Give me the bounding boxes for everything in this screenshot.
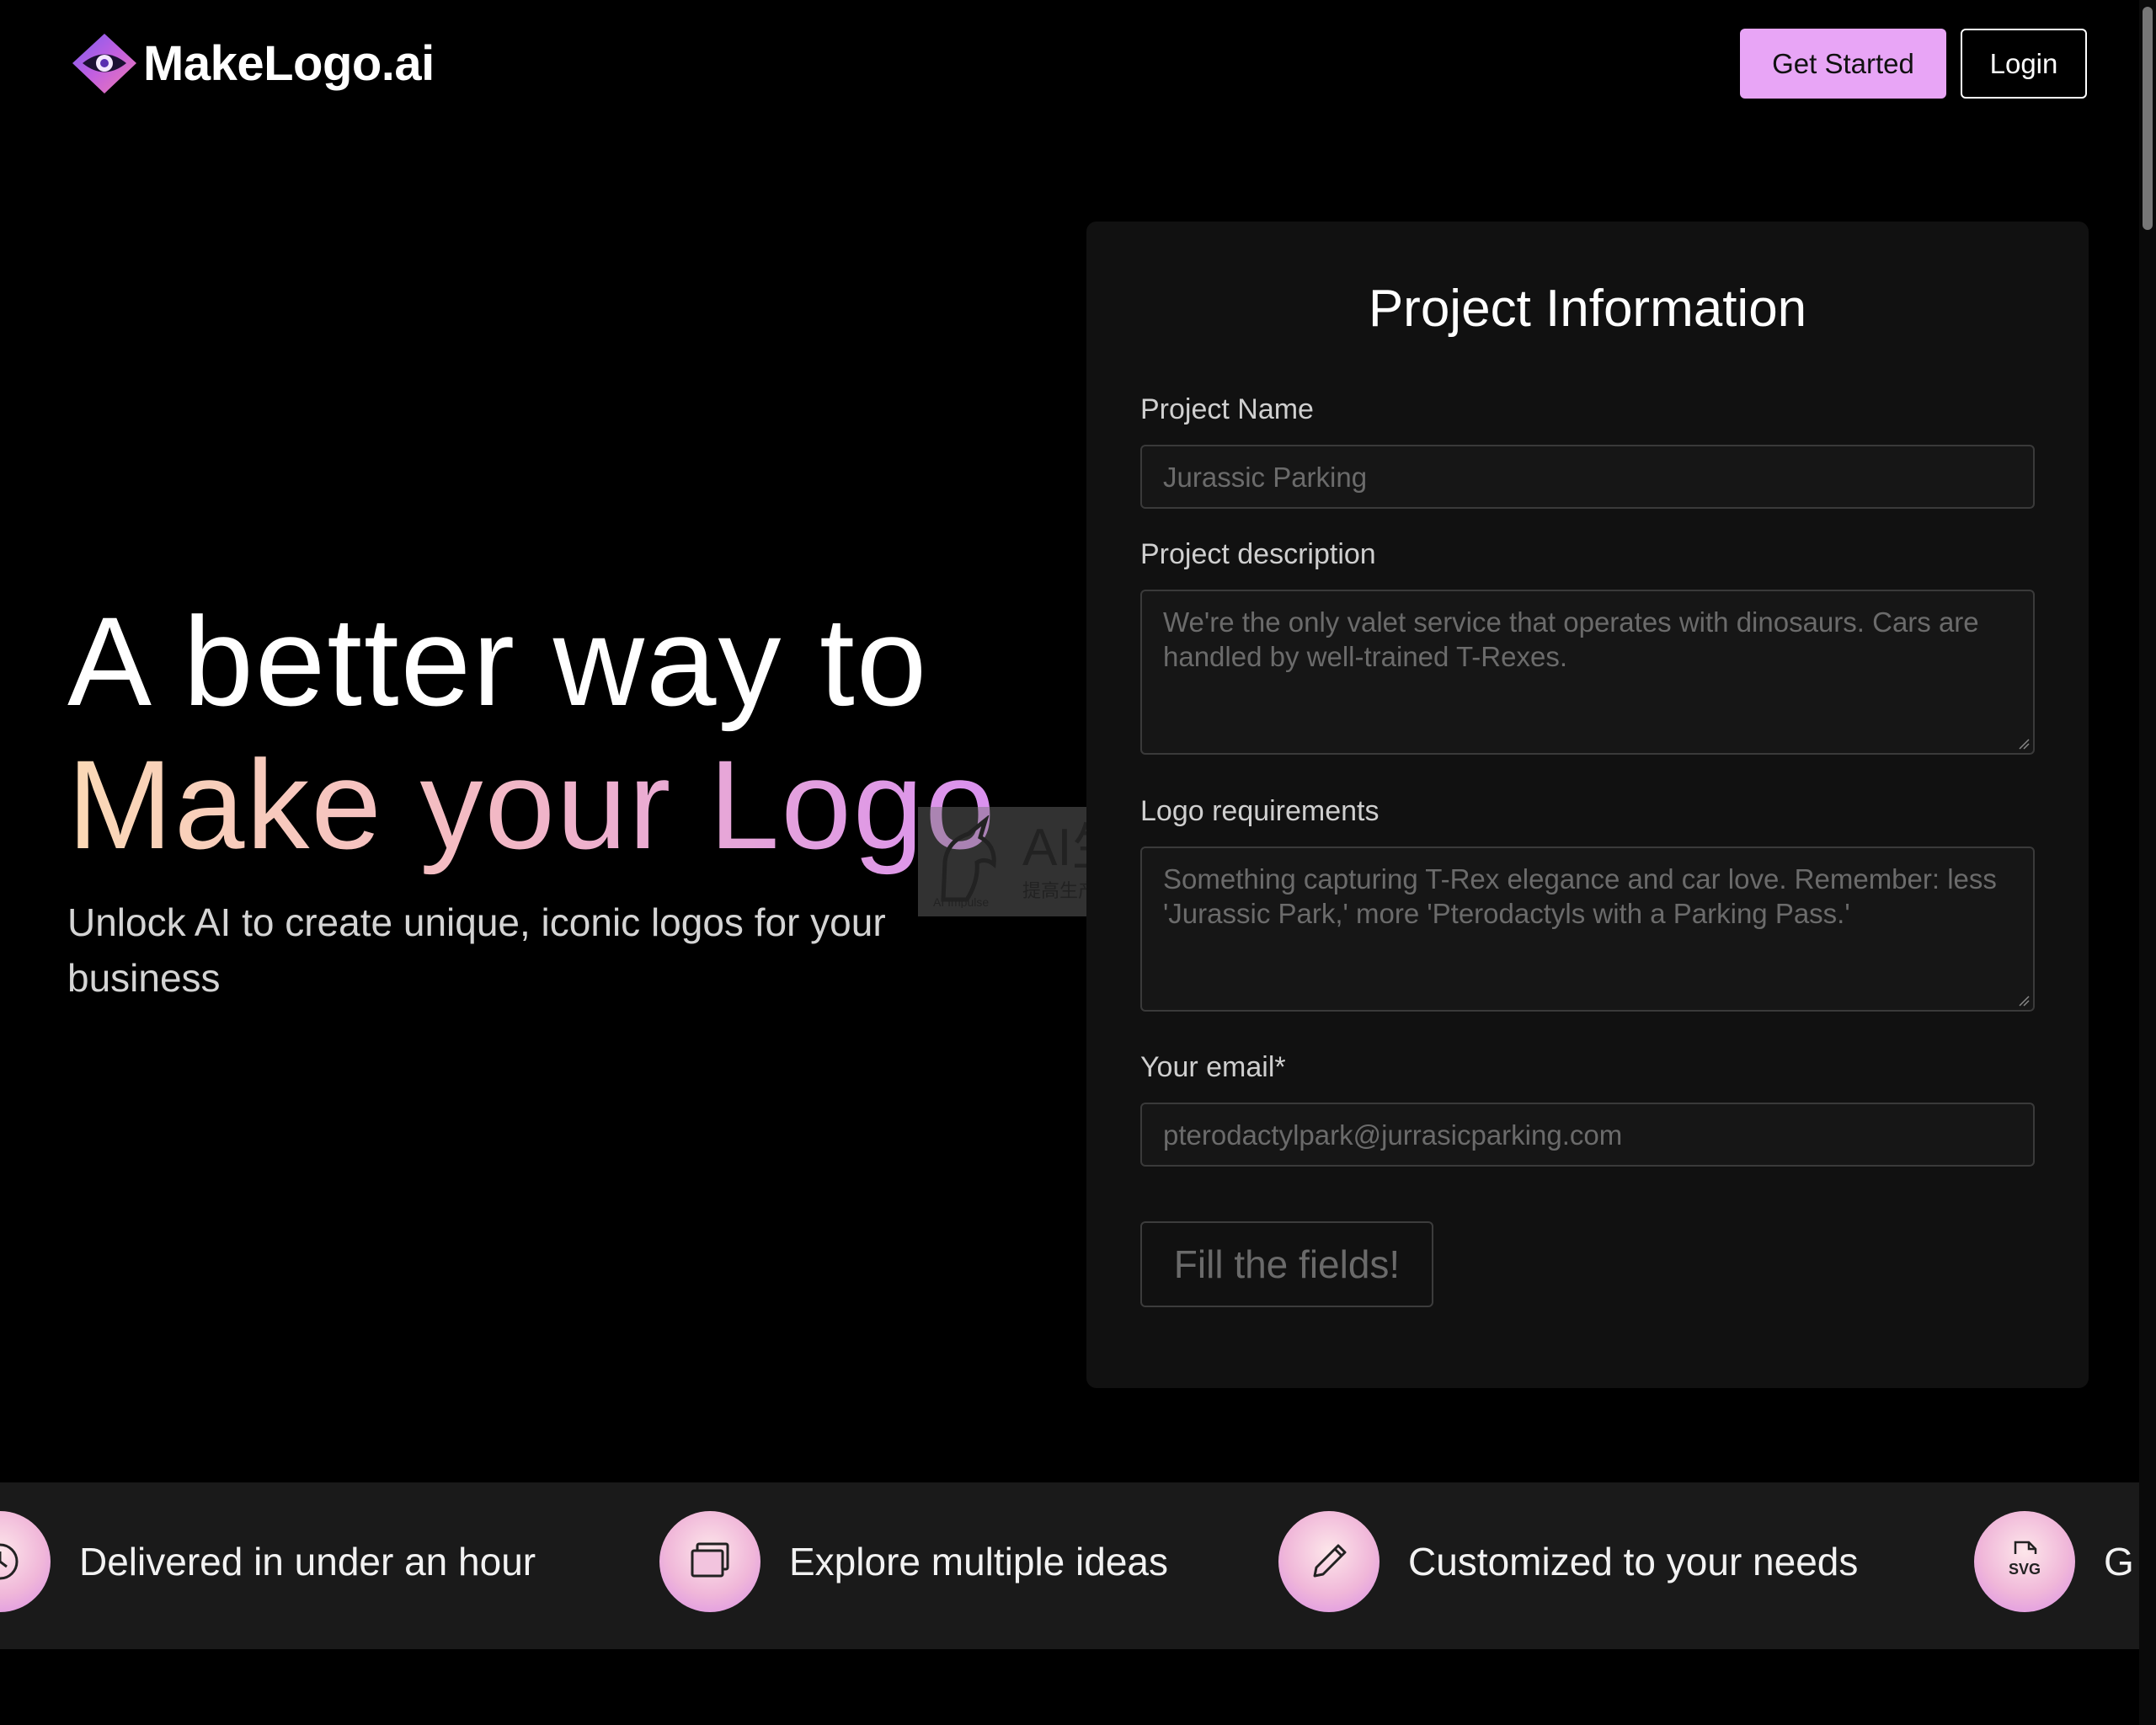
login-button[interactable]: Login: [1961, 29, 2087, 99]
feature-item: Explore multiple ideas: [659, 1511, 1168, 1612]
resize-handle-icon[interactable]: [2018, 995, 2030, 1007]
hero-title-line1: A better way to: [67, 590, 929, 732]
unicorn-logo-icon: AI Impulse: [933, 815, 996, 908]
resize-handle-icon[interactable]: [2018, 738, 2030, 750]
project-description-textarea[interactable]: We're the only valet service that operat…: [1140, 590, 2035, 755]
project-form-card: Project Information Project Name Jurassi…: [1086, 222, 2089, 1388]
watermark-caption: AI Impulse: [933, 895, 989, 908]
svg-file-label: SVG: [2009, 1561, 2041, 1578]
hero-title-line2: Make your Logo: [67, 734, 997, 875]
form-title: Project Information: [1368, 280, 1807, 338]
page-scrollbar[interactable]: [2139, 0, 2156, 1725]
logo-requirements-placeholder: Something capturing T-Rex elegance and c…: [1163, 863, 1997, 929]
eye-logo-icon: [72, 34, 136, 93]
project-name-label: Project Name: [1140, 393, 1314, 425]
feature-label: Customized to your needs: [1408, 1540, 1859, 1583]
email-label: Your email*: [1140, 1051, 1286, 1083]
project-description-placeholder: We're the only valet service that operat…: [1163, 606, 1979, 672]
brand-logo[interactable]: MakeLogo.ai: [71, 32, 435, 95]
hero-title: A better way to Make your Logo: [67, 590, 997, 876]
brand-name: MakeLogo.ai: [143, 36, 435, 91]
feature-label: G: [2104, 1540, 2134, 1583]
logo-requirements-textarea[interactable]: Something capturing T-Rex elegance and c…: [1140, 846, 2035, 1012]
get-started-button[interactable]: Get Started: [1740, 29, 1946, 99]
feature-item: Delivered in under an hour: [0, 1511, 536, 1612]
project-description-label: Project description: [1140, 538, 1376, 570]
top-nav: MakeLogo.ai Get Started Login: [0, 0, 2139, 126]
feature-item: SVG G: [1974, 1511, 2134, 1612]
feature-strip: Delivered in under an hour Explore multi…: [0, 1482, 2139, 1649]
submit-button[interactable]: Fill the fields!: [1140, 1221, 1433, 1307]
scrollbar-thumb[interactable]: [2143, 7, 2153, 230]
clock-icon: [0, 1543, 19, 1580]
feature-label: Delivered in under an hour: [79, 1540, 536, 1583]
feature-item: Customized to your needs: [1278, 1511, 1858, 1612]
email-input[interactable]: pterodactylpark@jurrasicparking.com: [1140, 1103, 2035, 1167]
feature-label: Explore multiple ideas: [789, 1540, 1169, 1583]
project-name-input[interactable]: Jurassic Parking: [1140, 445, 2035, 509]
pencil-icon: [1313, 1544, 1347, 1578]
stacked-windows-icon: [691, 1542, 729, 1578]
logo-requirements-label: Logo requirements: [1140, 795, 1380, 827]
svg-file-icon: SVG: [2009, 1541, 2041, 1578]
hero-subtitle: Unlock AI to create unique, iconic logos…: [67, 900, 886, 1000]
